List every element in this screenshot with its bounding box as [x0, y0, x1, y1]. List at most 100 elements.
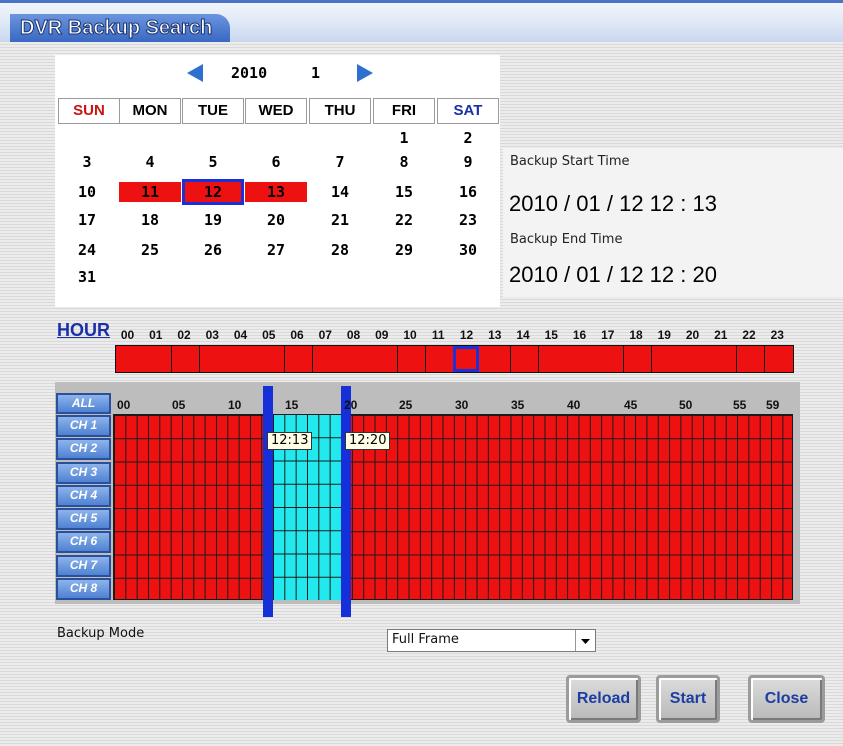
calendar-day[interactable]: 31: [56, 267, 118, 287]
start-button[interactable]: Start: [656, 675, 720, 723]
hour-cell[interactable]: [651, 345, 681, 373]
calendar-day[interactable]: 27: [245, 240, 307, 260]
channel-button-7[interactable]: CH 7: [56, 554, 111, 577]
calendar-day[interactable]: 13: [245, 182, 307, 202]
backup-end-value: 2010 / 01 / 12 12 : 20: [509, 262, 717, 287]
hour-cell[interactable]: [482, 345, 511, 373]
hour-cell[interactable]: [369, 345, 398, 373]
hour-cell[interactable]: [538, 345, 568, 373]
hour-cell[interactable]: [115, 345, 144, 373]
calendar-day[interactable]: 28: [309, 240, 371, 260]
calendar-day[interactable]: 15: [373, 182, 435, 202]
minute-label: 30: [455, 398, 469, 412]
calendar-day[interactable]: 20: [245, 210, 307, 230]
hour-cell[interactable]: [397, 345, 427, 373]
calendar-day[interactable]: 4: [119, 152, 181, 172]
next-month-icon[interactable]: [355, 62, 375, 84]
calendar-day[interactable]: 21: [309, 210, 371, 230]
calendar-panel: [55, 55, 500, 307]
hour-number: 09: [375, 328, 389, 342]
calendar-day[interactable]: 12: [182, 179, 244, 205]
channel-button-4[interactable]: CH 4: [56, 484, 111, 507]
hour-cell[interactable]: [199, 345, 229, 373]
minute-label: 15: [285, 398, 299, 412]
window-title: DVR Backup Search: [19, 17, 213, 40]
backup-start-value: 2010 / 01 / 12 12 : 13: [509, 191, 717, 216]
hour-cell[interactable]: [567, 345, 596, 373]
hour-cell[interactable]: [425, 345, 455, 373]
calendar-day[interactable]: 26: [182, 240, 244, 260]
hour-cell[interactable]: [708, 345, 737, 373]
hour-cell[interactable]: [228, 345, 257, 373]
calendar-day[interactable]: 14: [309, 182, 371, 202]
calendar-day[interactable]: 24: [56, 240, 118, 260]
calendar-day[interactable]: 29: [373, 240, 435, 260]
weekday-thu: THU: [309, 98, 371, 124]
calendar-day[interactable]: 3: [56, 152, 118, 172]
backup-mode-select[interactable]: Full Frame: [387, 629, 596, 652]
calendar-day[interactable]: 25: [119, 240, 181, 260]
range-end-handle[interactable]: [341, 386, 351, 617]
backup-mode-label: Backup Mode: [57, 626, 145, 641]
calendar-day[interactable]: 9: [437, 152, 499, 172]
range-start-handle[interactable]: [263, 386, 273, 617]
close-button[interactable]: Close: [748, 675, 825, 723]
channel-button-1[interactable]: CH 1: [56, 415, 111, 437]
calendar-day[interactable]: 19: [182, 210, 244, 230]
minute-label: 55: [733, 398, 747, 412]
dropdown-arrow-icon[interactable]: [575, 630, 595, 651]
channel-button-6[interactable]: CH 6: [56, 531, 111, 554]
hour-cell[interactable]: [341, 345, 370, 373]
calendar-day[interactable]: 1: [373, 128, 435, 148]
weekday-mon: MON: [119, 98, 181, 124]
hour-number: 05: [262, 328, 276, 342]
channel-button-3[interactable]: CH 3: [56, 461, 111, 484]
calendar-day[interactable]: 7: [309, 152, 371, 172]
calendar-day[interactable]: 6: [245, 152, 307, 172]
calendar-day[interactable]: 18: [119, 210, 181, 230]
minute-label: 35: [511, 398, 525, 412]
hour-number: 11: [431, 328, 445, 342]
channel-button-2[interactable]: CH 2: [56, 438, 111, 461]
calendar-day[interactable]: 30: [437, 240, 499, 260]
hour-number: 17: [601, 328, 615, 342]
hour-cell[interactable]: [680, 345, 709, 373]
calendar-day[interactable]: 11: [119, 182, 181, 202]
hour-cell[interactable]: [312, 345, 342, 373]
minute-timeline-grid[interactable]: [113, 414, 793, 600]
hour-number: 07: [318, 328, 332, 342]
backup-end-label: Backup End Time: [510, 232, 623, 247]
hour-number: 12: [459, 328, 474, 342]
calendar-day[interactable]: 16: [437, 182, 499, 202]
calendar-day[interactable]: 5: [182, 152, 244, 172]
hour-cell[interactable]: [736, 345, 766, 373]
hour-number: 20: [685, 328, 700, 342]
hour-cell[interactable]: [284, 345, 314, 373]
hour-cell[interactable]: [623, 345, 653, 373]
calendar-day[interactable]: 23: [437, 210, 499, 230]
calendar-day[interactable]: 10: [56, 182, 118, 202]
range-end-tooltip: 12:20: [345, 432, 391, 450]
weekday-wed: WED: [245, 98, 307, 124]
hour-cell[interactable]: [595, 345, 624, 373]
calendar-day[interactable]: 17: [56, 210, 118, 230]
hour-cell[interactable]: [143, 345, 172, 373]
hour-number: 19: [657, 328, 671, 342]
hour-cell[interactable]: [256, 345, 285, 373]
calendar-day[interactable]: 8: [373, 152, 435, 172]
minute-label: 10: [228, 398, 242, 412]
minute-label: 50: [679, 398, 693, 412]
hour-number: 14: [516, 328, 530, 342]
hour-cell[interactable]: [764, 345, 794, 373]
hour-cell[interactable]: [171, 345, 201, 373]
all-channels-button[interactable]: ALL: [56, 393, 111, 414]
calendar-day[interactable]: 2: [437, 128, 499, 148]
hour-cell[interactable]: [510, 345, 540, 373]
backup-mode-value: Full Frame: [392, 632, 459, 647]
title-bar: DVR Backup Search: [0, 0, 843, 42]
reload-button[interactable]: Reload: [566, 675, 641, 723]
prev-month-icon[interactable]: [185, 62, 205, 84]
channel-button-8[interactable]: CH 8: [56, 577, 111, 600]
channel-button-5[interactable]: CH 5: [56, 508, 111, 530]
calendar-day[interactable]: 22: [373, 210, 435, 230]
